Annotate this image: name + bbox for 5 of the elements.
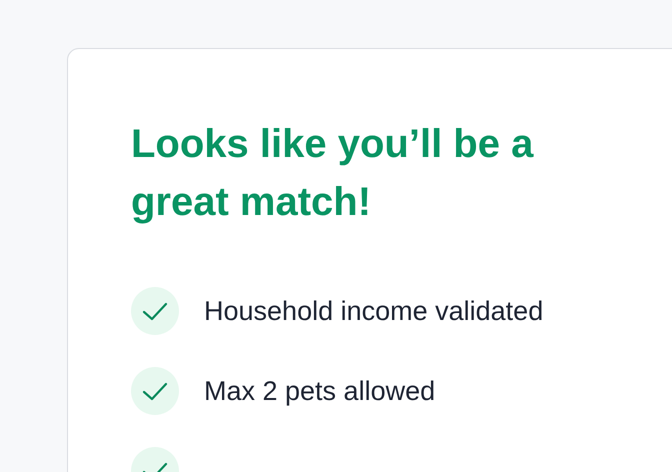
heading: Looks like you’ll be a great match! <box>131 121 535 226</box>
requirement-text: Max 2 pets allowed <box>204 374 436 408</box>
requirement-text: Household income validated <box>204 294 544 328</box>
check-icon <box>131 367 179 415</box>
check-icon <box>131 287 179 335</box>
